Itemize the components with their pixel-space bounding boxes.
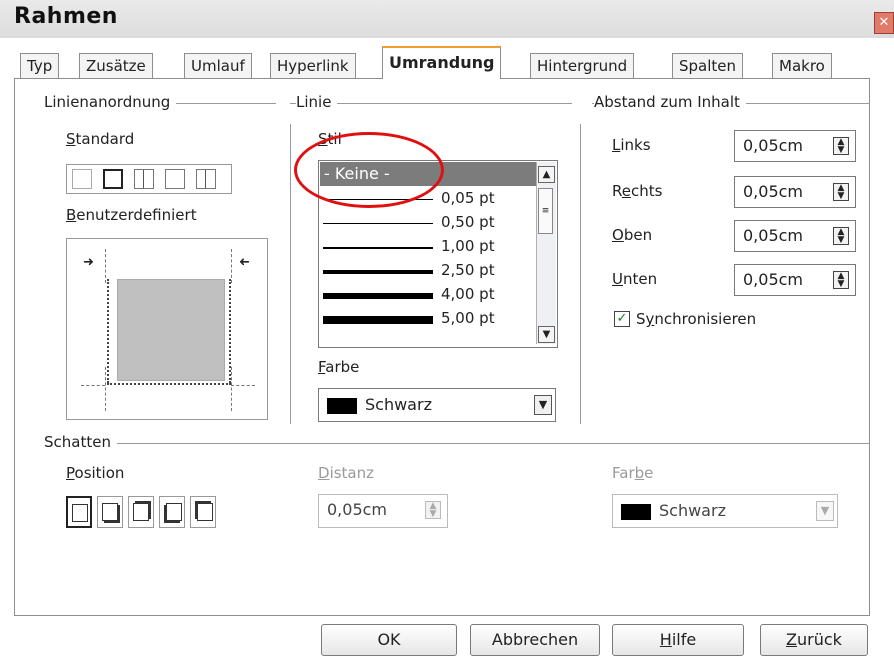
check-icon: ✓ xyxy=(616,311,628,326)
linienanordnung-heading: Linienanordnung xyxy=(44,93,177,111)
section-divider xyxy=(580,124,581,424)
chevron-up-icon: ▲ xyxy=(542,169,551,180)
tab-hintergrund[interactable]: Hintergrund xyxy=(530,53,635,78)
tab-hyperlink[interactable]: Hyperlink xyxy=(270,53,356,78)
shadow-distance-field[interactable]: 0,05cm ▲ ▼ xyxy=(318,494,448,528)
list-item[interactable]: 0,50 pt xyxy=(321,213,537,235)
left-label: Links xyxy=(612,136,651,154)
back-button[interactable]: Zurück xyxy=(760,624,868,656)
right-label: Rechts xyxy=(612,182,663,200)
list-item-label: 1,00 pt xyxy=(441,237,495,255)
shadow-top-right-button[interactable] xyxy=(128,496,154,528)
arrow-right-icon: ➜ xyxy=(83,255,94,270)
shadow-distance-value: 0,05cm xyxy=(327,500,388,519)
chevron-down-icon: ▼ xyxy=(534,395,552,415)
linie-heading: Linie xyxy=(296,93,338,111)
scroll-thumb[interactable]: ≡ xyxy=(538,188,553,234)
top-value: 0,05cm xyxy=(743,226,804,245)
tab-spalten[interactable]: Spalten xyxy=(672,53,744,78)
list-item-label: 0,05 pt xyxy=(441,189,495,207)
window-title: Rahmen xyxy=(14,4,118,29)
close-button[interactable]: ✕ xyxy=(874,12,894,34)
custom-label: Benutzerdefiniert xyxy=(66,206,197,224)
preset-none[interactable] xyxy=(72,169,92,189)
title-bar xyxy=(0,0,894,38)
line-color-dropdown[interactable]: Schwarz ▼ xyxy=(318,388,556,422)
list-item[interactable]: 4,00 pt xyxy=(321,285,537,307)
shadow-color-value: Schwarz xyxy=(659,501,726,520)
close-icon: ✕ xyxy=(878,15,890,30)
tab-typ[interactable]: Typ xyxy=(20,53,60,78)
shadow-bottom-left-button[interactable] xyxy=(159,496,185,528)
shadow-color-label: Farbe xyxy=(612,464,654,482)
spacing-heading: Abstand zum Inhalt xyxy=(594,93,746,111)
shadow-bottom-right-button[interactable] xyxy=(97,496,123,528)
arrow-left-icon: ➜ xyxy=(239,255,250,270)
scroll-up-button[interactable]: ▲ xyxy=(538,166,555,183)
left-spin-field[interactable]: 0,05cm ▲ ▼ xyxy=(734,130,856,162)
list-item[interactable]: 2,50 pt xyxy=(321,261,537,283)
bottom-value: 0,05cm xyxy=(743,270,804,289)
list-item-label: 5,00 pt xyxy=(441,309,495,327)
spin-arrows-icon[interactable]: ▲ ▼ xyxy=(425,501,441,519)
sync-checkbox[interactable]: ✓ xyxy=(614,311,630,327)
chevron-down-icon: ▼ xyxy=(816,501,834,521)
preview-content xyxy=(117,279,225,381)
help-button[interactable]: Hilfe xyxy=(612,624,744,656)
list-item[interactable]: 1,00 pt xyxy=(321,237,537,259)
preset-top-bottom[interactable] xyxy=(196,169,216,189)
bottom-label: Unten xyxy=(612,270,658,288)
standard-label: Standard xyxy=(66,130,135,148)
preset-box-inner[interactable] xyxy=(134,169,154,189)
shadow-none-button[interactable] xyxy=(66,496,92,528)
spin-arrows-icon[interactable]: ▲ ▼ xyxy=(833,137,849,155)
custom-border-preview[interactable]: ➜ ➜ xyxy=(66,238,268,420)
color-swatch xyxy=(327,398,357,414)
spin-arrows-icon[interactable]: ▲ ▼ xyxy=(833,183,849,201)
bottom-spin-field[interactable]: 0,05cm ▲ ▼ xyxy=(734,264,856,296)
section-divider xyxy=(44,443,870,444)
right-spin-field[interactable]: 0,05cm ▲ ▼ xyxy=(734,176,856,208)
spin-arrows-icon[interactable]: ▲ ▼ xyxy=(833,227,849,245)
spin-arrows-icon[interactable]: ▲ ▼ xyxy=(833,271,849,289)
shadow-top-left-button[interactable] xyxy=(190,496,216,528)
preset-left-right[interactable] xyxy=(165,169,185,189)
shadow-position-label: Position xyxy=(66,464,125,482)
shadow-heading: Schatten xyxy=(44,433,117,451)
list-item-label: 0,50 pt xyxy=(441,213,495,231)
tab-zusaetze[interactable]: Zusätze xyxy=(79,53,153,78)
sync-label: Synchronisieren xyxy=(636,310,757,328)
preset-box[interactable] xyxy=(103,169,123,189)
shadow-distance-label: Distanz xyxy=(318,464,374,482)
tab-makro[interactable]: Makro xyxy=(772,53,832,78)
list-item[interactable]: 5,00 pt xyxy=(321,309,537,331)
scroll-down-button[interactable]: ▼ xyxy=(538,326,555,343)
right-value: 0,05cm xyxy=(743,182,804,201)
list-item-label: 2,50 pt xyxy=(441,261,495,279)
shadow-color-dropdown[interactable]: Schwarz ▼ xyxy=(612,494,838,528)
highlight-circle xyxy=(294,132,444,208)
left-value: 0,05cm xyxy=(743,136,804,155)
ok-button[interactable]: OK xyxy=(321,624,457,656)
cancel-button[interactable]: Abbrechen xyxy=(470,624,600,656)
tab-umrandung[interactable]: Umrandung xyxy=(382,46,502,79)
list-item-label: 4,00 pt xyxy=(441,285,495,303)
chevron-down-icon: ▼ xyxy=(542,329,551,340)
line-color-value: Schwarz xyxy=(365,395,432,414)
top-spin-field[interactable]: 0,05cm ▲ ▼ xyxy=(734,220,856,252)
color-swatch xyxy=(621,504,651,520)
line-color-label: Farbe xyxy=(318,358,360,376)
tab-umlauf[interactable]: Umlauf xyxy=(184,53,252,78)
section-divider xyxy=(290,124,291,424)
top-label: Oben xyxy=(612,226,653,244)
